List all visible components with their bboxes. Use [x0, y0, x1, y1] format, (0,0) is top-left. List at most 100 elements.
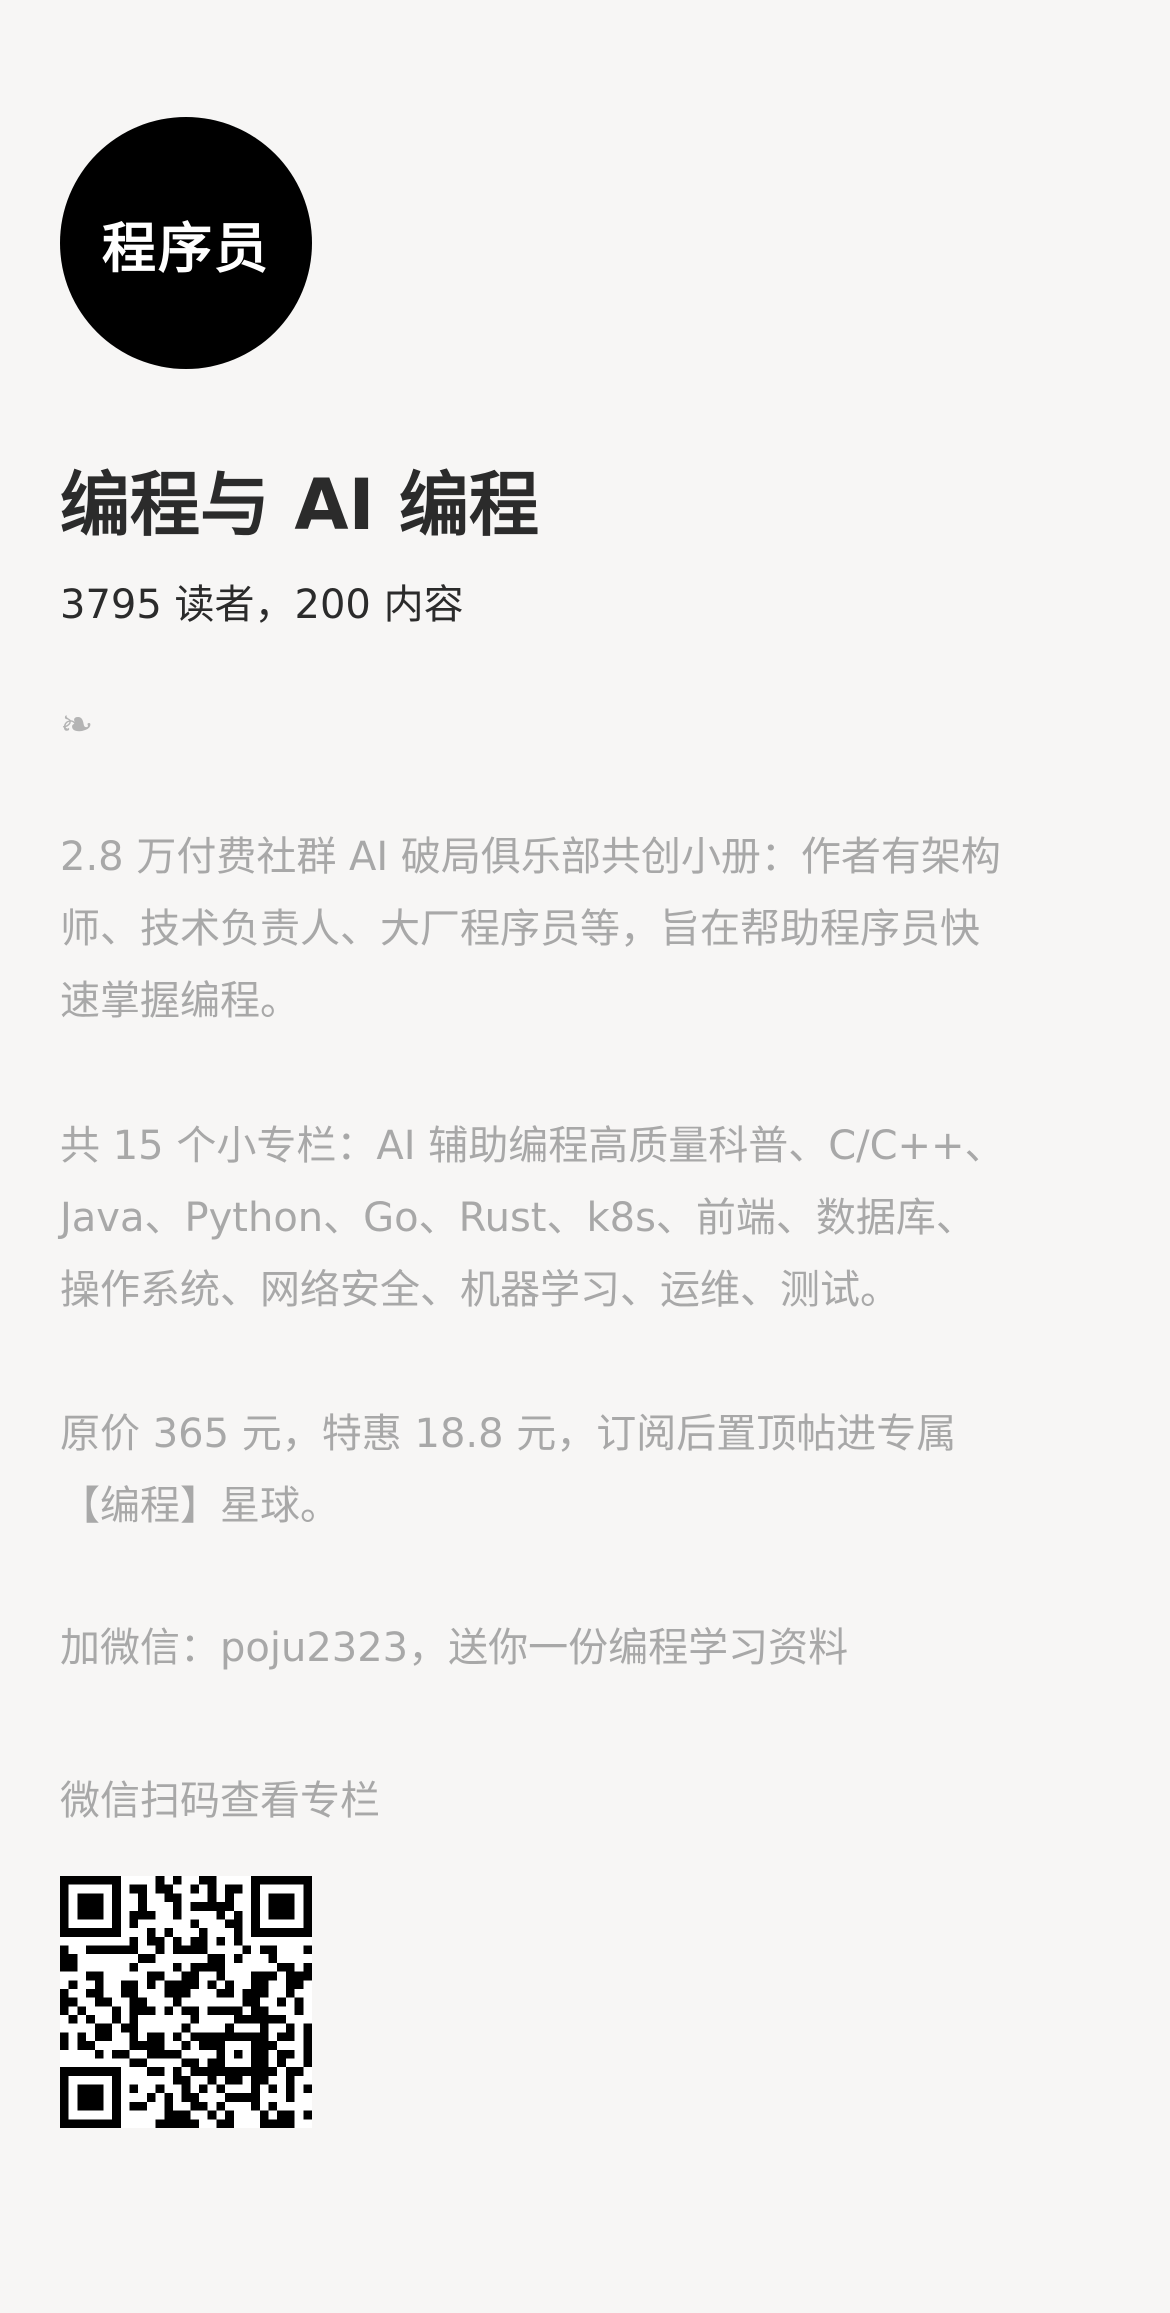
qr-module [164, 2049, 173, 2059]
scan-hint-line: 微信扫码查看专栏 [60, 1778, 380, 1824]
qr-module [303, 2049, 312, 2059]
qr-module [60, 2084, 69, 2094]
qr-module [77, 2084, 87, 2094]
qr-module [242, 1988, 252, 1998]
qr-module [242, 1997, 252, 2007]
qr-module [251, 2015, 260, 2024]
qr-module [190, 2058, 200, 2068]
qr-module [181, 1945, 191, 1955]
qr-module [216, 1962, 226, 1972]
qr-module [146, 1971, 156, 1981]
qr-module [103, 2067, 113, 2076]
qr-module [60, 1910, 69, 1920]
qr-module [77, 1893, 87, 1903]
qr-module [294, 1980, 304, 1989]
qr-module [94, 1876, 104, 1885]
qr-module [216, 2006, 226, 2016]
qr-module [233, 1910, 243, 1920]
qr-module [112, 2015, 121, 2024]
qr-module [285, 2049, 295, 2059]
qr-module [155, 2041, 165, 2050]
qr-module [259, 1971, 269, 1981]
qr-module [285, 1910, 295, 1920]
columns-line: 操作系统、网络安全、机器学习、运维、测试。 [60, 1267, 900, 1313]
qr-module [190, 1945, 200, 1955]
qr-module [294, 1997, 304, 2007]
qr-module [146, 1910, 156, 1920]
qr-module [60, 2032, 69, 2042]
qr-module [129, 1919, 139, 1929]
qr-module [259, 2015, 269, 2024]
qr-module [60, 2093, 69, 2102]
qr-module [242, 2067, 252, 2076]
qr-module [216, 2058, 226, 2068]
qr-module [146, 2032, 156, 2042]
qr-module [94, 2049, 104, 2059]
qr-module [268, 2119, 278, 2128]
qr-code-icon[interactable] [60, 1876, 312, 2128]
scan-hint: 微信扫码查看专栏 [60, 1765, 1140, 1837]
qr-module [103, 1997, 113, 2007]
qr-module [60, 1876, 69, 1885]
qr-module [94, 2093, 104, 2102]
qr-module [259, 1945, 269, 1955]
qr-module [225, 1902, 234, 1911]
qr-module [103, 1945, 113, 1955]
qr-module [164, 2110, 173, 2120]
qr-module [129, 1988, 139, 1998]
qr-module [251, 1971, 260, 1981]
qr-module [172, 1876, 182, 1885]
qr-module [277, 1902, 286, 1911]
qr-module [233, 1928, 243, 1937]
columns-line: Java、Python、Go、Rust、k8s、前端、数据库、 [60, 1195, 976, 1241]
qr-module [251, 1928, 260, 1937]
qr-module [251, 2041, 260, 2050]
qr-module [277, 2015, 286, 2024]
qr-module [164, 2119, 173, 2128]
qr-module [77, 1928, 87, 1937]
qr-module [259, 2075, 269, 2085]
qr-module [285, 2084, 295, 2094]
qr-module [120, 1980, 130, 1989]
qr-module [303, 1919, 312, 1929]
qr-module [60, 1884, 69, 1894]
qr-module [207, 1893, 217, 1903]
qr-module [285, 2110, 295, 2120]
qr-module [251, 2006, 260, 2016]
qr-module [86, 1876, 95, 1885]
qr-module [155, 1945, 165, 1955]
qr-module [94, 1910, 104, 1920]
qr-module [277, 2110, 286, 2120]
qr-module [233, 1884, 243, 1894]
qr-module [129, 2041, 139, 2050]
qr-module [268, 1876, 278, 1885]
qr-module [112, 2075, 121, 2085]
qr-module [190, 1902, 200, 1911]
qr-module [112, 2093, 121, 2102]
qr-module [259, 1876, 269, 1885]
qr-module [86, 1945, 95, 1955]
avatar[interactable]: 程序员 [60, 117, 312, 369]
qr-module [285, 1988, 295, 1998]
qr-module [77, 2119, 87, 2128]
qr-module [303, 1945, 312, 1955]
qr-module [77, 2067, 87, 2076]
qr-module [207, 1962, 217, 1972]
qr-module [146, 1980, 156, 1989]
qr-module [129, 2058, 139, 2068]
qr-module [251, 2058, 260, 2068]
qr-module [268, 2101, 278, 2111]
qr-module [146, 2006, 156, 2016]
qr-module [129, 2101, 139, 2111]
qr-module [199, 2041, 208, 2050]
qr-module [129, 2023, 139, 2033]
qr-module [129, 2006, 139, 2016]
avatar-label: 程序员 [102, 216, 270, 280]
qr-module [129, 1962, 139, 1972]
qr-module [199, 1945, 208, 1955]
qr-module [251, 2075, 260, 2085]
columns-line: 共 15 个小专栏：AI 辅助编程高质量科普、C/C++、 [60, 1123, 1005, 1169]
qr-module [60, 1893, 69, 1903]
qr-module [216, 1902, 226, 1911]
qr-module [164, 1928, 173, 1937]
